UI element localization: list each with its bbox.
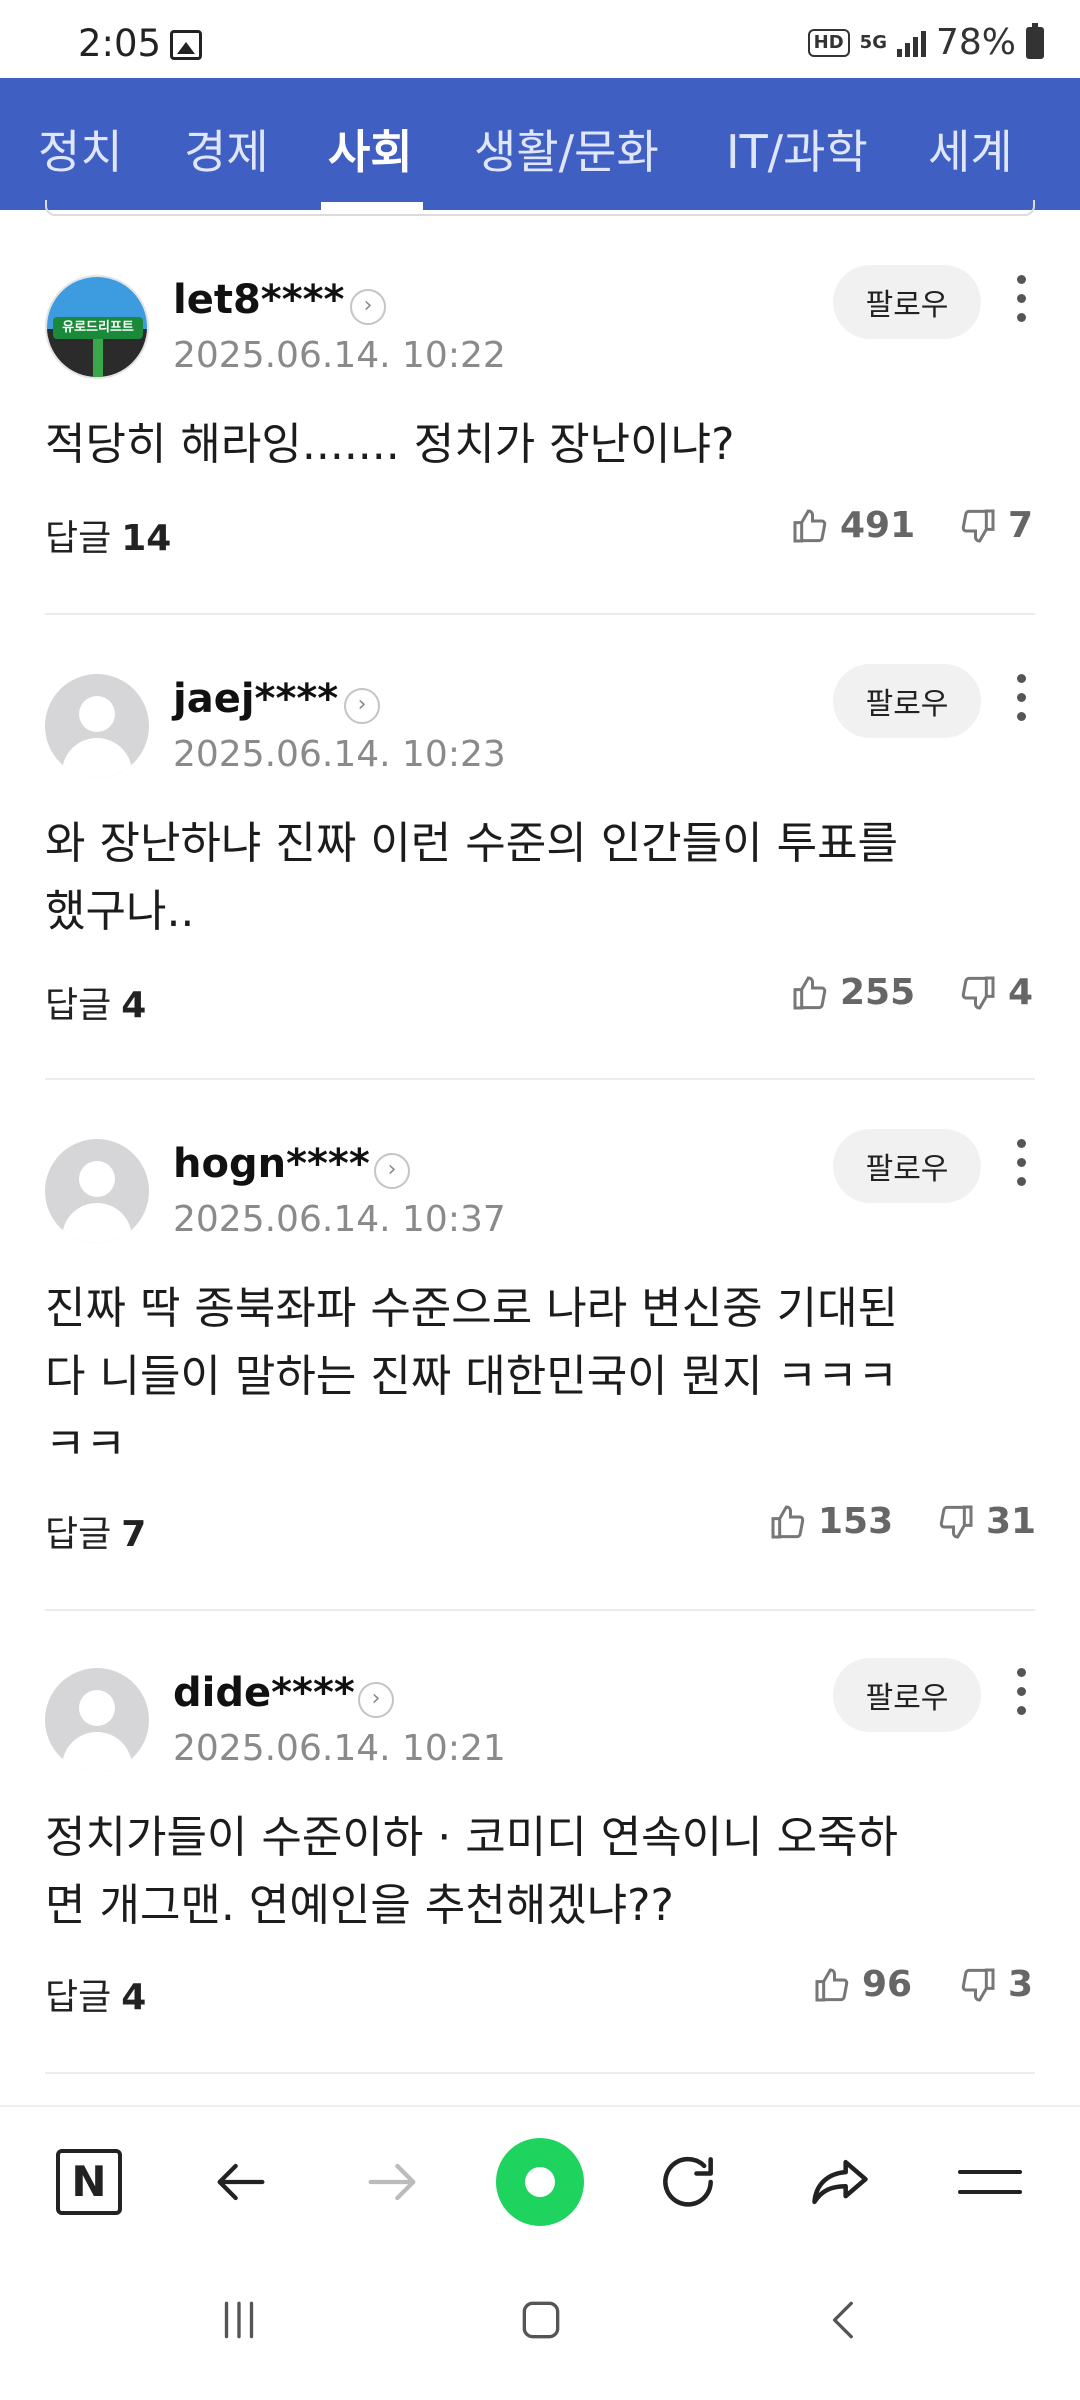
dislike-count: 7 (1008, 505, 1034, 546)
more-options-icon[interactable] (1012, 1668, 1030, 1720)
avatar[interactable] (45, 674, 149, 778)
comment-text: 와 장난하냐 진짜 이런 수준의 인간들이 투표를 했구나.. (45, 818, 899, 937)
dislike-button[interactable]: 31 (936, 1501, 1036, 1542)
naver-home-icon[interactable]: N (49, 2142, 129, 2222)
tab-world[interactable]: 세계 (928, 116, 1013, 182)
dislike-count: 4 (1008, 972, 1034, 1013)
menu-icon[interactable] (950, 2142, 1030, 2222)
more-options-icon[interactable] (1012, 275, 1030, 327)
chevron-right-icon[interactable]: › (350, 289, 386, 325)
chevron-right-icon[interactable]: › (358, 1682, 394, 1718)
like-button[interactable]: 153 (768, 1501, 893, 1542)
status-time: 2:05 (78, 22, 162, 65)
back-icon[interactable] (820, 2295, 870, 2349)
thumbs-down-icon (961, 976, 995, 1010)
comment-timestamp: 2025.06.14. 10:21 (173, 1728, 506, 1769)
dislike-button[interactable]: 7 (958, 505, 1033, 546)
like-button[interactable]: 96 (812, 1964, 912, 2005)
avatar[interactable]: 유로드리프트 (45, 275, 149, 379)
network-type-icon: 5G (859, 31, 887, 53)
comment-username[interactable]: let8**** (173, 277, 344, 323)
comment-timestamp: 2025.06.14. 10:22 (173, 335, 506, 376)
chevron-right-icon[interactable]: › (344, 688, 380, 724)
category-nav: 정치 경제 사회 생활/문화 IT/과학 세계 (0, 78, 1080, 210)
battery-icon (1026, 22, 1044, 59)
dislike-button[interactable]: 3 (958, 1964, 1033, 2005)
reply-count[interactable]: 답글 4 (45, 1968, 146, 2020)
comment-timestamp: 2025.06.14. 10:37 (173, 1199, 506, 1240)
reply-count[interactable]: 답글 14 (45, 509, 171, 561)
battery-percent: 78% (935, 22, 1016, 63)
comment-username[interactable]: dide**** (173, 1670, 355, 1716)
dislike-count: 3 (1008, 1964, 1034, 2005)
naver-logo: N (56, 2149, 122, 2215)
reply-count[interactable]: 답글 4 (45, 976, 146, 1028)
thumbs-up-icon (793, 508, 827, 542)
like-count: 96 (862, 1964, 913, 2005)
like-count: 491 (840, 505, 916, 546)
recent-apps-icon[interactable] (214, 2295, 264, 2349)
forward-arrow-icon[interactable] (352, 2142, 432, 2222)
follow-button[interactable]: 팔로우 (833, 1658, 981, 1732)
system-nav-bar (0, 2255, 1080, 2400)
thumbs-down-icon (961, 1968, 995, 2002)
status-indicators: HD 5G 78% (807, 22, 1044, 63)
home-icon[interactable] (516, 2295, 566, 2349)
like-count: 153 (818, 1501, 894, 1542)
tab-economy[interactable]: 경제 (184, 116, 269, 182)
tab-life-culture[interactable]: 생활/문화 (474, 116, 659, 182)
green-dot-icon[interactable] (496, 2138, 584, 2226)
input-box-edge (45, 200, 1035, 216)
like-button[interactable]: 491 (790, 505, 915, 546)
thumbs-up-icon (793, 975, 827, 1009)
tab-society[interactable]: 사회 (328, 116, 413, 182)
comment-text: 정치가들이 수준이하 · 코미디 연속이니 오죽하 면 개그맨. 연예인을 추천… (45, 1812, 899, 1931)
comment-text: 진짜 딱 종북좌파 수준으로 나라 변신중 기대된 다 니들이 말하는 진짜 대… (45, 1283, 899, 1470)
dislike-button[interactable]: 4 (958, 972, 1033, 1013)
avatar[interactable] (45, 1139, 149, 1243)
thumbs-down-icon (939, 1505, 973, 1539)
follow-button[interactable]: 팔로우 (833, 265, 981, 339)
like-button[interactable]: 255 (790, 972, 915, 1013)
tab-politics[interactable]: 정치 (38, 116, 123, 182)
back-arrow-icon[interactable] (201, 2142, 281, 2222)
share-icon[interactable] (800, 2142, 880, 2222)
avatar-logo-text: 유로드리프트 (53, 317, 143, 339)
comment-divider (45, 2072, 1035, 2074)
comment-divider (45, 1078, 1035, 1080)
gallery-notification-icon (170, 30, 202, 60)
comment-divider (45, 613, 1035, 615)
comment-timestamp: 2025.06.14. 10:23 (173, 734, 506, 775)
follow-button[interactable]: 팔로우 (833, 1129, 981, 1203)
more-options-icon[interactable] (1012, 1139, 1030, 1191)
comment-username[interactable]: jaej**** (173, 676, 338, 722)
thumbs-down-icon (961, 509, 995, 543)
avatar[interactable] (45, 1668, 149, 1772)
follow-button[interactable]: 팔로우 (833, 664, 981, 738)
refresh-icon[interactable] (648, 2142, 728, 2222)
like-count: 255 (840, 972, 916, 1013)
comment-username[interactable]: hogn**** (173, 1141, 370, 1187)
reply-count[interactable]: 답글 7 (45, 1505, 146, 1557)
signal-strength-icon (896, 29, 926, 57)
tab-it-science[interactable]: IT/과학 (726, 116, 868, 182)
comment-text: 적당히 해라잉....... 정치가 장난이냐? (45, 419, 735, 470)
browser-toolbar: N (0, 2105, 1080, 2255)
chevron-right-icon[interactable]: › (374, 1153, 410, 1189)
more-options-icon[interactable] (1012, 674, 1030, 726)
comment-divider (45, 1609, 1035, 1611)
thumbs-up-icon (771, 1504, 805, 1538)
hd-voice-icon: HD (807, 28, 850, 57)
thumbs-up-icon (815, 1967, 849, 2001)
status-bar: 2:05 HD 5G 78% (0, 0, 1080, 78)
dislike-count: 31 (986, 1501, 1037, 1542)
